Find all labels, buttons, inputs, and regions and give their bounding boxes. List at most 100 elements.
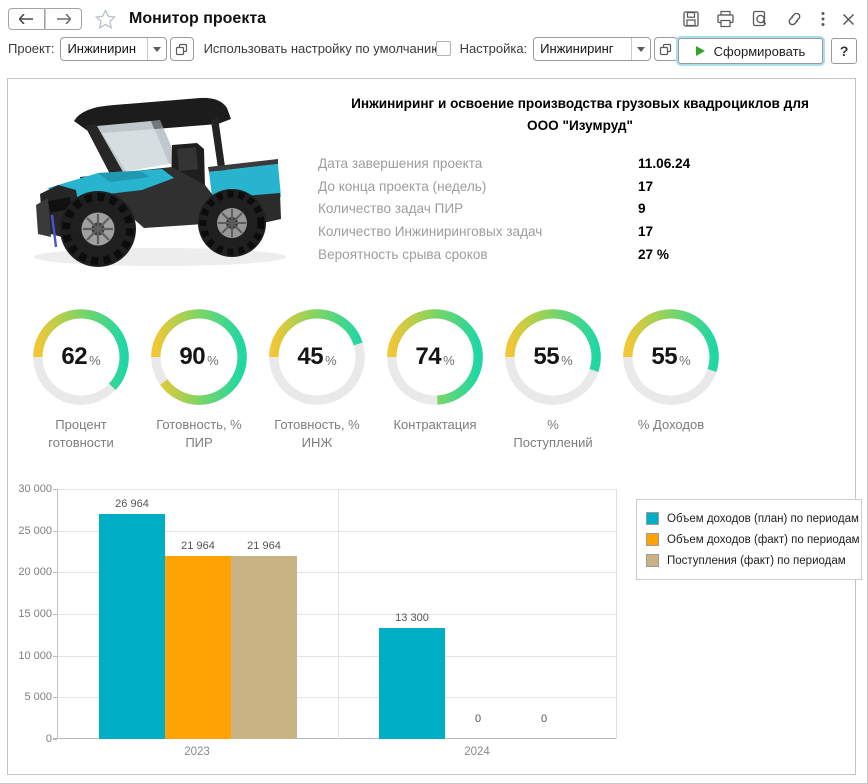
project-summary: Инжиниринг и освоение производства грузо…: [18, 85, 845, 297]
y-axis-label: 10 000: [18, 650, 52, 662]
gauge-value: 74%: [376, 306, 494, 408]
chart-bar: [99, 514, 165, 739]
generate-button[interactable]: Сформировать: [678, 38, 824, 64]
gauge-value: 55%: [494, 306, 612, 408]
plot-area: 26 96421 96421 96413 30000: [57, 489, 617, 739]
print-icon[interactable]: [716, 10, 735, 28]
legend-item: Объем доходов (факт) по периодам: [646, 529, 852, 550]
project-open-button[interactable]: [170, 37, 194, 61]
project-info: Инжиниринг и освоение производства грузо…: [304, 93, 856, 265]
y-axis-tick: [53, 572, 57, 573]
info-row-label: До конца проекта (недель): [318, 179, 638, 194]
setting-label: Настройка:: [460, 37, 528, 61]
bar-value-label: 26 964: [92, 498, 172, 510]
favorite-star-icon[interactable]: [95, 9, 116, 29]
y-axis-label: 5 000: [18, 691, 52, 703]
x-axis-category-label: 2024: [337, 746, 617, 758]
y-axis-label: 25 000: [18, 525, 52, 537]
back-arrow-icon: [19, 14, 34, 24]
gauge-value: 45%: [258, 306, 376, 408]
gauge-label: Процентготовности: [22, 416, 140, 451]
x-axis-category-label: 2023: [57, 746, 337, 758]
info-row-value: 27 %: [638, 247, 669, 262]
legend-label: Объем доходов (план) по периодам: [667, 513, 859, 525]
nav-buttons: [8, 8, 82, 30]
info-row: Количество задач ПИР9: [318, 198, 856, 221]
back-button[interactable]: [8, 8, 45, 30]
titlebar: Монитор проекта: [0, 0, 867, 32]
info-row-value: 11.06.24: [638, 156, 690, 171]
gauge-3: 74% Контрактация: [376, 306, 494, 451]
info-row-label: Количество Инжиниринговых задач: [318, 224, 638, 239]
legend-item: Объем доходов (план) по периодам: [646, 508, 852, 529]
help-button[interactable]: ?: [831, 38, 857, 64]
use-default-label: Использовать настройку по умолчанию:: [204, 37, 380, 59]
gauge-2: 45% Готовность, %ИНЖ: [258, 306, 376, 451]
y-axis-label: 15 000: [18, 608, 52, 620]
save-icon[interactable]: [682, 10, 700, 28]
chevron-down-icon[interactable]: [631, 38, 650, 60]
setting-open-button[interactable]: [654, 37, 678, 61]
gauge-5: 55% % Доходов: [612, 306, 730, 451]
chevron-down-icon[interactable]: [147, 38, 166, 60]
gauge-label: Готовность, %ИНЖ: [258, 416, 376, 451]
legend-swatch: [646, 554, 659, 567]
info-row: До конца проекта (недель)17: [318, 175, 856, 198]
forward-button[interactable]: [45, 8, 82, 30]
category-divider: [338, 489, 339, 739]
vehicle-image: [22, 85, 296, 277]
y-axis-tick: [53, 614, 57, 615]
info-row-value: 17: [638, 179, 653, 194]
gauge-value: 90%: [140, 306, 258, 408]
legend-swatch: [646, 512, 659, 525]
app-window: Монитор проекта: [0, 0, 868, 784]
open-icon: [659, 43, 672, 56]
gauge-0: 62%Процентготовности: [22, 306, 140, 451]
report-panel: Инжиниринг и освоение производства грузо…: [7, 78, 856, 775]
info-row: Дата завершения проекта11.06.24: [318, 153, 856, 176]
gridline: [58, 489, 616, 490]
bar-chart: 26 96421 96421 96413 30000 0 5 000 10 000 15…: [18, 480, 630, 770]
titlebar-actions: [682, 10, 855, 28]
generate-button-label: Сформировать: [714, 44, 806, 59]
kpi-gauges: 62%Процентготовности90% Готовность, %ПИР4…: [22, 306, 734, 451]
play-icon: [696, 46, 705, 56]
gauge-4: 55% %Поступлений: [494, 306, 612, 451]
y-axis-tick: [53, 656, 57, 657]
gauge-value: 55%: [612, 306, 730, 408]
gauge-label: % Доходов: [612, 416, 730, 434]
bar-value-label: 13 300: [372, 612, 452, 624]
use-default-checkbox[interactable]: [436, 41, 451, 56]
project-combobox[interactable]: Инжинирин: [60, 37, 166, 61]
gauge-label: Контрактация: [376, 416, 494, 434]
info-row-value: 17: [638, 224, 653, 239]
y-axis-label: 30 000: [18, 483, 52, 495]
legend-item: Поступления (факт) по периодам: [646, 550, 852, 571]
print-preview-icon[interactable]: [751, 10, 769, 28]
more-icon[interactable]: [820, 10, 826, 28]
legend-label: Поступления (факт) по периодам: [667, 555, 846, 567]
link-icon[interactable]: [785, 10, 804, 28]
close-icon[interactable]: [842, 13, 855, 26]
info-row-label: Вероятность срыва сроков: [318, 247, 638, 262]
chart-legend: Объем доходов (план) по периодамОбъем до…: [636, 499, 862, 580]
setting-combobox[interactable]: Инжиниринг: [533, 37, 651, 61]
info-row-label: Дата завершения проекта: [318, 156, 638, 171]
setting-value: Инжиниринг: [534, 38, 631, 60]
project-title: Инжиниринг и освоение производства грузо…: [343, 93, 817, 137]
y-axis-tick: [53, 739, 57, 740]
y-axis-tick: [53, 531, 57, 532]
gauge-label: Готовность, %ПИР: [140, 416, 258, 451]
info-row-value: 9: [638, 201, 646, 216]
chart-bar: [231, 556, 297, 739]
legend-label: Объем доходов (факт) по периодам: [667, 534, 860, 546]
page-title: Монитор проекта: [129, 10, 266, 28]
y-axis-label: 20 000: [18, 566, 52, 578]
y-axis-label: 0: [18, 733, 52, 745]
chart-bar: [379, 628, 445, 739]
project-value: Инжинирин: [61, 38, 147, 60]
gauge-label: %Поступлений: [494, 416, 612, 451]
info-row: Количество Инжиниринговых задач17: [318, 220, 856, 243]
y-axis-tick: [53, 489, 57, 490]
open-icon: [175, 43, 188, 56]
